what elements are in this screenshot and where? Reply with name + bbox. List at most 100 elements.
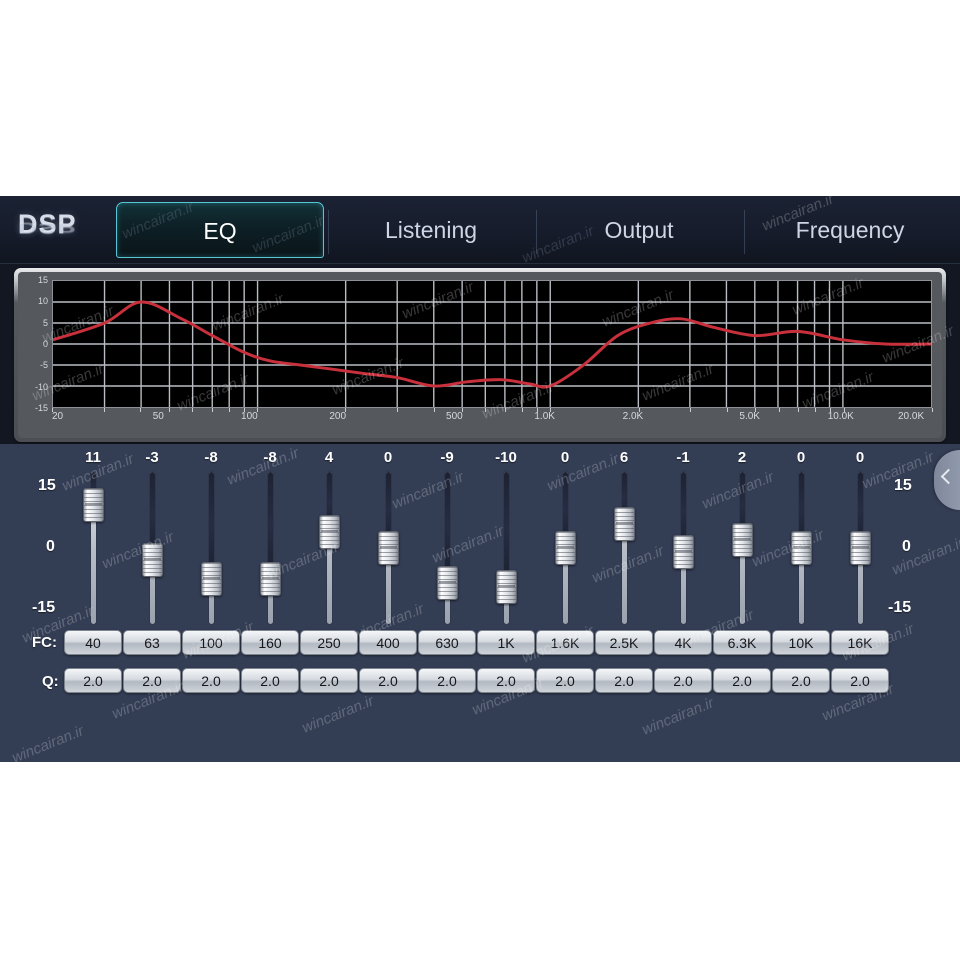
eq-band-10k: 0: [772, 444, 830, 640]
q-cell[interactable]: 2.0: [300, 668, 358, 693]
graph-x-minor-tick: [243, 408, 245, 412]
eq-band-63: -3: [123, 444, 181, 640]
eq-band-slider-track[interactable]: [445, 472, 450, 624]
q-cell[interactable]: 2.0: [359, 668, 417, 693]
eq-band-160: -8: [241, 444, 299, 640]
graph-x-minor-tick: [103, 408, 105, 412]
graph-x-minor-tick: [191, 408, 193, 412]
graph-x-minor-tick: [52, 408, 53, 412]
eq-band-1k: -10: [477, 444, 535, 640]
eq-band-slider-thumb[interactable]: [673, 534, 694, 569]
eq-band-slider-thumb[interactable]: [319, 515, 340, 550]
q-cell[interactable]: 2.0: [595, 668, 653, 693]
q-cell[interactable]: 2.0: [772, 668, 830, 693]
eq-band-slider-thumb[interactable]: [614, 507, 635, 542]
eq-band-value-label: -8: [263, 449, 277, 466]
tab-eq-label: EQ: [203, 218, 237, 244]
eq-band-slider-track[interactable]: [209, 472, 214, 624]
scale-label-right-mid: 0: [902, 538, 911, 555]
eq-band-slider-thumb[interactable]: [378, 531, 399, 565]
q-cell[interactable]: 2.0: [241, 668, 299, 693]
eq-band-slider-thumb[interactable]: [83, 487, 104, 522]
tab-output[interactable]: Output: [536, 202, 742, 258]
graph-x-tick-label: 20: [52, 411, 64, 422]
q-cell[interactable]: 2.0: [536, 668, 594, 693]
scale-label-left-min: -15: [32, 599, 56, 616]
graph-x-minor-tick: [257, 408, 259, 412]
eq-band-250: 4: [300, 444, 358, 640]
eq-band-400: 0: [359, 444, 417, 640]
graph-x-minor-tick: [550, 408, 552, 412]
eq-band-slider-thumb[interactable]: [201, 562, 222, 597]
fc-cell[interactable]: 63: [123, 630, 181, 655]
fc-cell[interactable]: 630: [418, 630, 476, 655]
dsp-logo: DSP DSP: [18, 208, 114, 254]
fc-cell[interactable]: 1.6K: [536, 630, 594, 655]
eq-band-40: 11: [64, 444, 122, 640]
eq-band-slider-thumb[interactable]: [437, 566, 458, 601]
scale-label-right-max: 15: [894, 477, 912, 494]
q-cell[interactable]: 2.0: [831, 668, 889, 693]
fc-cell[interactable]: 100: [182, 630, 240, 655]
graph-x-minor-tick: [638, 408, 640, 412]
eq-band-100: -8: [182, 444, 240, 640]
eq-band-slider-thumb[interactable]: [142, 542, 163, 577]
eq-band-value-label: -10: [495, 449, 517, 466]
fc-cell[interactable]: 4K: [654, 630, 712, 655]
graph-x-minor-tick: [798, 408, 800, 412]
q-row-label: Q:: [42, 673, 59, 690]
chevron-left-icon: [940, 468, 957, 485]
q-cell[interactable]: 2.0: [418, 668, 476, 693]
fc-cell[interactable]: 2.5K: [595, 630, 653, 655]
graph-x-minor-tick: [536, 408, 538, 412]
q-cell[interactable]: 2.0: [713, 668, 771, 693]
eq-band-slider-thumb[interactable]: [850, 531, 871, 565]
eq-band-value-label: 6: [619, 449, 629, 466]
q-cell[interactable]: 2.0: [64, 668, 122, 693]
q-cell[interactable]: 2.0: [123, 668, 181, 693]
eq-band-slider-track[interactable]: [622, 472, 627, 624]
graph-x-minor-tick: [504, 408, 506, 412]
graph-x-tick-label: 100: [241, 411, 258, 422]
eq-band-slider-thumb[interactable]: [791, 531, 812, 565]
graph-x-minor-tick: [211, 408, 213, 412]
tab-bar: EQ Listening Output Frequency: [116, 196, 960, 264]
graph-x-minor-tick: [690, 408, 692, 412]
tab-eq[interactable]: EQ: [116, 202, 324, 258]
eq-graph-inner: 15 10 5 0 -5 -10 -15 20 50 100 200 500 1.0K 2.0K 5.0K…: [18, 272, 942, 438]
q-cell[interactable]: 2.0: [182, 668, 240, 693]
eq-band-value-label: 0: [383, 449, 393, 466]
eq-band-slider-thumb[interactable]: [260, 562, 281, 597]
graph-x-minor-tick: [396, 408, 398, 412]
scale-label-left-mid: 0: [46, 538, 55, 555]
eq-band-slider-thumb[interactable]: [555, 531, 576, 565]
eq-band-slider-thumb[interactable]: [732, 523, 753, 558]
graph-x-tick-label: 500: [446, 411, 463, 422]
eq-band-value-label: 0: [796, 449, 806, 466]
fc-cell[interactable]: 10K: [772, 630, 830, 655]
equalizer-slider-area: 15 0 -15 15 0 -15 11 -3 -8 -8 4 0 -9 -10 0 6 -1 2 0 0…: [0, 444, 960, 762]
fc-row-label: FC:: [32, 634, 57, 651]
graph-y-tick-label: -15: [34, 403, 48, 413]
eq-band-slider-track[interactable]: [268, 472, 273, 624]
fc-cell[interactable]: 400: [359, 630, 417, 655]
tab-output-label: Output: [604, 217, 674, 243]
tab-frequency[interactable]: Frequency: [744, 202, 956, 258]
graph-y-tick-label: 0: [42, 339, 48, 349]
graph-x-minor-tick: [168, 408, 170, 412]
q-cell[interactable]: 2.0: [477, 668, 535, 693]
fc-cell[interactable]: 1K: [477, 630, 535, 655]
graph-x-minor-tick: [433, 408, 435, 412]
graph-x-minor-tick: [778, 408, 780, 412]
fc-cell[interactable]: 6.3K: [713, 630, 771, 655]
eq-curve-plot[interactable]: [52, 280, 932, 408]
eq-band-slider-thumb[interactable]: [496, 570, 517, 605]
q-cell[interactable]: 2.0: [654, 668, 712, 693]
fc-cell[interactable]: 250: [300, 630, 358, 655]
fc-cell[interactable]: 40: [64, 630, 122, 655]
fc-cell[interactable]: 16K: [831, 630, 889, 655]
fc-cell[interactable]: 160: [241, 630, 299, 655]
tab-listening[interactable]: Listening: [328, 202, 534, 258]
graph-x-minor-tick: [830, 408, 832, 412]
tab-frequency-label: Frequency: [795, 217, 905, 243]
